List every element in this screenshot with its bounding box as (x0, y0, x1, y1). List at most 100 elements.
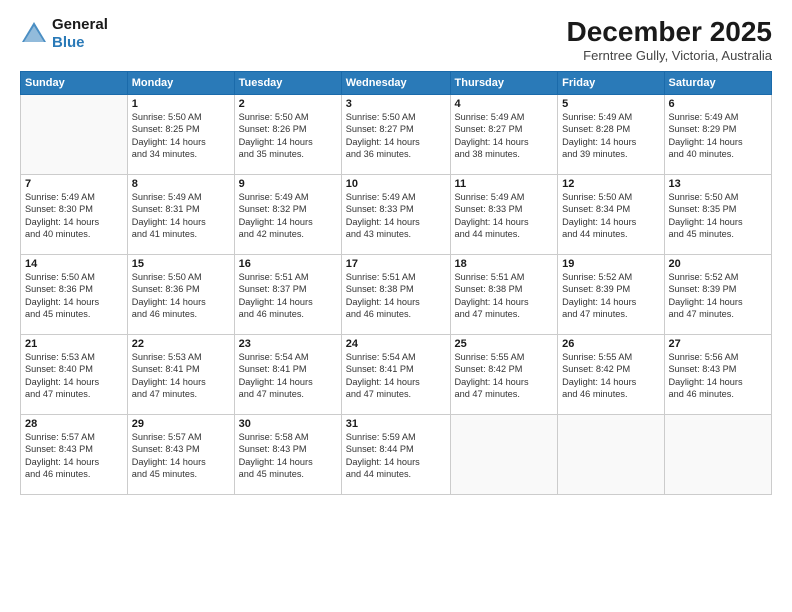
table-row (558, 415, 664, 495)
day-info: Sunrise: 5:50 AM Sunset: 8:36 PM Dayligh… (25, 271, 123, 321)
col-wednesday: Wednesday (341, 72, 450, 95)
day-number: 30 (239, 418, 337, 430)
day-info: Sunrise: 5:56 AM Sunset: 8:43 PM Dayligh… (669, 351, 768, 401)
location-subtitle: Ferntree Gully, Victoria, Australia (567, 48, 772, 63)
table-row: 16Sunrise: 5:51 AM Sunset: 8:37 PM Dayli… (234, 255, 341, 335)
day-info: Sunrise: 5:55 AM Sunset: 8:42 PM Dayligh… (455, 351, 554, 401)
day-number: 14 (25, 258, 123, 270)
day-number: 13 (669, 178, 768, 190)
table-row: 22Sunrise: 5:53 AM Sunset: 8:41 PM Dayli… (127, 335, 234, 415)
day-info: Sunrise: 5:54 AM Sunset: 8:41 PM Dayligh… (239, 351, 337, 401)
logo-blue: Blue (52, 34, 108, 52)
day-number: 16 (239, 258, 337, 270)
day-number: 7 (25, 178, 123, 190)
calendar-week-row: 7Sunrise: 5:49 AM Sunset: 8:30 PM Daylig… (21, 175, 772, 255)
day-info: Sunrise: 5:55 AM Sunset: 8:42 PM Dayligh… (562, 351, 659, 401)
day-number: 28 (25, 418, 123, 430)
table-row: 31Sunrise: 5:59 AM Sunset: 8:44 PM Dayli… (341, 415, 450, 495)
page: General Blue December 2025 Ferntree Gull… (0, 0, 792, 612)
day-info: Sunrise: 5:50 AM Sunset: 8:35 PM Dayligh… (669, 191, 768, 241)
day-number: 15 (132, 258, 230, 270)
day-number: 21 (25, 338, 123, 350)
table-row (450, 415, 558, 495)
day-number: 31 (346, 418, 446, 430)
day-number: 25 (455, 338, 554, 350)
day-number: 10 (346, 178, 446, 190)
table-row: 20Sunrise: 5:52 AM Sunset: 8:39 PM Dayli… (664, 255, 772, 335)
day-number: 19 (562, 258, 659, 270)
table-row: 8Sunrise: 5:49 AM Sunset: 8:31 PM Daylig… (127, 175, 234, 255)
day-number: 12 (562, 178, 659, 190)
day-number: 5 (562, 98, 659, 110)
day-info: Sunrise: 5:59 AM Sunset: 8:44 PM Dayligh… (346, 431, 446, 481)
calendar-week-row: 14Sunrise: 5:50 AM Sunset: 8:36 PM Dayli… (21, 255, 772, 335)
calendar-week-row: 28Sunrise: 5:57 AM Sunset: 8:43 PM Dayli… (21, 415, 772, 495)
day-info: Sunrise: 5:51 AM Sunset: 8:38 PM Dayligh… (346, 271, 446, 321)
table-row: 15Sunrise: 5:50 AM Sunset: 8:36 PM Dayli… (127, 255, 234, 335)
table-row: 9Sunrise: 5:49 AM Sunset: 8:32 PM Daylig… (234, 175, 341, 255)
table-row: 4Sunrise: 5:49 AM Sunset: 8:27 PM Daylig… (450, 95, 558, 175)
logo-text: General Blue (52, 16, 108, 52)
day-number: 3 (346, 98, 446, 110)
day-info: Sunrise: 5:50 AM Sunset: 8:34 PM Dayligh… (562, 191, 659, 241)
day-info: Sunrise: 5:50 AM Sunset: 8:26 PM Dayligh… (239, 111, 337, 161)
day-info: Sunrise: 5:49 AM Sunset: 8:29 PM Dayligh… (669, 111, 768, 161)
table-row: 11Sunrise: 5:49 AM Sunset: 8:33 PM Dayli… (450, 175, 558, 255)
table-row (21, 95, 128, 175)
table-row: 13Sunrise: 5:50 AM Sunset: 8:35 PM Dayli… (664, 175, 772, 255)
table-row: 3Sunrise: 5:50 AM Sunset: 8:27 PM Daylig… (341, 95, 450, 175)
col-monday: Monday (127, 72, 234, 95)
table-row: 18Sunrise: 5:51 AM Sunset: 8:38 PM Dayli… (450, 255, 558, 335)
day-info: Sunrise: 5:53 AM Sunset: 8:41 PM Dayligh… (132, 351, 230, 401)
table-row: 12Sunrise: 5:50 AM Sunset: 8:34 PM Dayli… (558, 175, 664, 255)
table-row: 30Sunrise: 5:58 AM Sunset: 8:43 PM Dayli… (234, 415, 341, 495)
col-tuesday: Tuesday (234, 72, 341, 95)
table-row: 17Sunrise: 5:51 AM Sunset: 8:38 PM Dayli… (341, 255, 450, 335)
day-info: Sunrise: 5:51 AM Sunset: 8:38 PM Dayligh… (455, 271, 554, 321)
col-friday: Friday (558, 72, 664, 95)
day-number: 29 (132, 418, 230, 430)
title-block: December 2025 Ferntree Gully, Victoria, … (567, 16, 772, 63)
logo-general: General (52, 16, 108, 34)
day-info: Sunrise: 5:49 AM Sunset: 8:31 PM Dayligh… (132, 191, 230, 241)
day-number: 23 (239, 338, 337, 350)
month-title: December 2025 (567, 16, 772, 48)
table-row (664, 415, 772, 495)
day-info: Sunrise: 5:57 AM Sunset: 8:43 PM Dayligh… (25, 431, 123, 481)
table-row: 25Sunrise: 5:55 AM Sunset: 8:42 PM Dayli… (450, 335, 558, 415)
header: General Blue December 2025 Ferntree Gull… (20, 16, 772, 63)
day-number: 26 (562, 338, 659, 350)
day-info: Sunrise: 5:54 AM Sunset: 8:41 PM Dayligh… (346, 351, 446, 401)
day-info: Sunrise: 5:50 AM Sunset: 8:25 PM Dayligh… (132, 111, 230, 161)
day-info: Sunrise: 5:51 AM Sunset: 8:37 PM Dayligh… (239, 271, 337, 321)
day-info: Sunrise: 5:50 AM Sunset: 8:27 PM Dayligh… (346, 111, 446, 161)
day-info: Sunrise: 5:57 AM Sunset: 8:43 PM Dayligh… (132, 431, 230, 481)
table-row: 1Sunrise: 5:50 AM Sunset: 8:25 PM Daylig… (127, 95, 234, 175)
day-info: Sunrise: 5:58 AM Sunset: 8:43 PM Dayligh… (239, 431, 337, 481)
day-info: Sunrise: 5:52 AM Sunset: 8:39 PM Dayligh… (669, 271, 768, 321)
day-info: Sunrise: 5:49 AM Sunset: 8:28 PM Dayligh… (562, 111, 659, 161)
day-number: 22 (132, 338, 230, 350)
table-row: 19Sunrise: 5:52 AM Sunset: 8:39 PM Dayli… (558, 255, 664, 335)
calendar-week-row: 21Sunrise: 5:53 AM Sunset: 8:40 PM Dayli… (21, 335, 772, 415)
day-number: 18 (455, 258, 554, 270)
day-number: 6 (669, 98, 768, 110)
day-info: Sunrise: 5:50 AM Sunset: 8:36 PM Dayligh… (132, 271, 230, 321)
day-info: Sunrise: 5:53 AM Sunset: 8:40 PM Dayligh… (25, 351, 123, 401)
day-info: Sunrise: 5:49 AM Sunset: 8:33 PM Dayligh… (455, 191, 554, 241)
table-row: 2Sunrise: 5:50 AM Sunset: 8:26 PM Daylig… (234, 95, 341, 175)
day-number: 9 (239, 178, 337, 190)
calendar-week-row: 1Sunrise: 5:50 AM Sunset: 8:25 PM Daylig… (21, 95, 772, 175)
day-number: 27 (669, 338, 768, 350)
table-row: 14Sunrise: 5:50 AM Sunset: 8:36 PM Dayli… (21, 255, 128, 335)
table-row: 23Sunrise: 5:54 AM Sunset: 8:41 PM Dayli… (234, 335, 341, 415)
table-row: 28Sunrise: 5:57 AM Sunset: 8:43 PM Dayli… (21, 415, 128, 495)
logo-icon (20, 20, 48, 48)
day-number: 4 (455, 98, 554, 110)
col-saturday: Saturday (664, 72, 772, 95)
day-info: Sunrise: 5:49 AM Sunset: 8:32 PM Dayligh… (239, 191, 337, 241)
day-number: 11 (455, 178, 554, 190)
table-row: 29Sunrise: 5:57 AM Sunset: 8:43 PM Dayli… (127, 415, 234, 495)
day-number: 17 (346, 258, 446, 270)
logo: General Blue (20, 16, 108, 52)
